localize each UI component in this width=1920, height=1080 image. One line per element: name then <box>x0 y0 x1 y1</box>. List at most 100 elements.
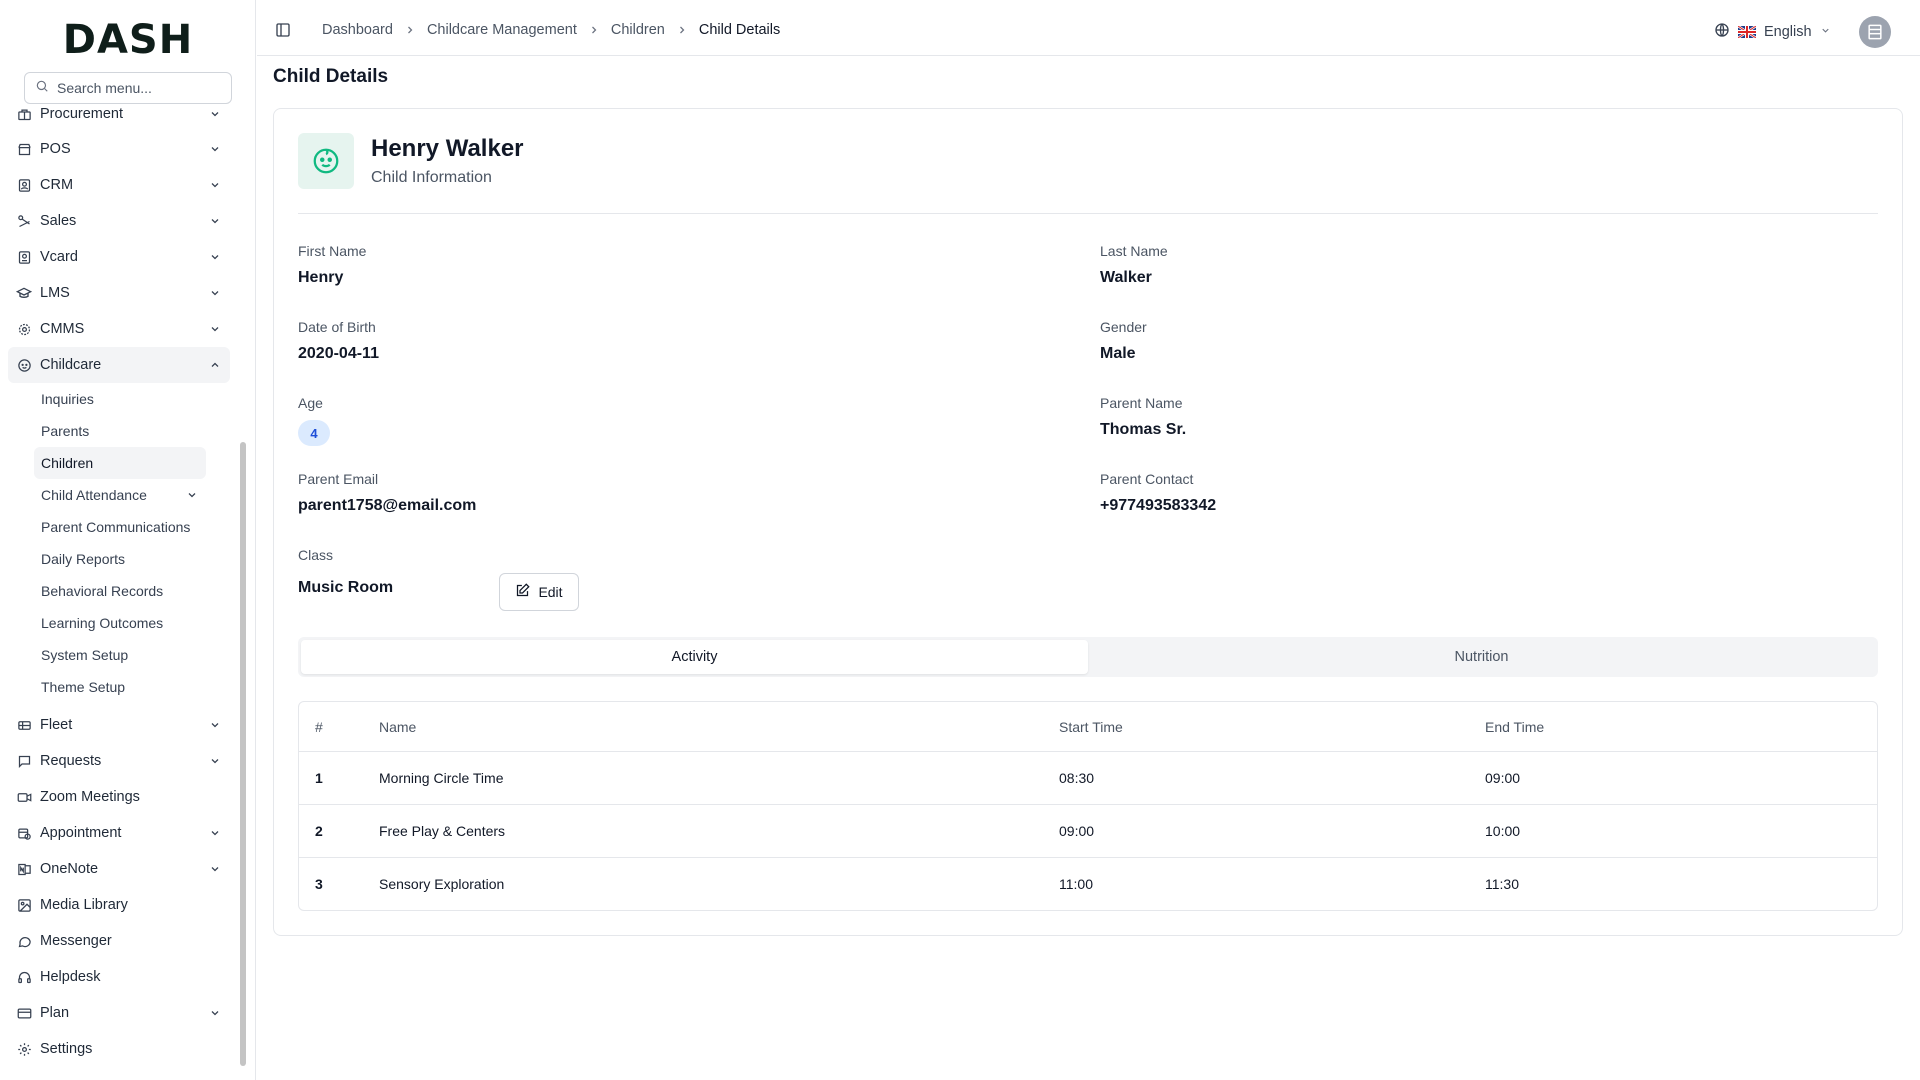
chevron-right-icon <box>676 24 688 36</box>
tab-nutrition[interactable]: Nutrition <box>1088 640 1875 674</box>
table-cell: 11:30 <box>1485 876 1519 892</box>
child-subtitle: Child Information <box>371 169 492 186</box>
image-icon <box>16 897 32 913</box>
chevron-down-icon <box>208 142 222 156</box>
field-value: Henry <box>298 269 344 286</box>
sidebar-toggle-icon[interactable] <box>275 22 293 40</box>
breadcrumb-dashboard[interactable]: Dashboard <box>322 22 393 38</box>
field-parent-name: Parent Name Thomas Sr. <box>1100 395 1186 439</box>
table-cell: 08:30 <box>1059 770 1095 786</box>
sidebar-item-fleet[interactable]: Fleet <box>8 707 230 743</box>
chevron-down-icon <box>208 250 222 264</box>
chevron-down-icon <box>208 214 222 228</box>
edit-icon <box>515 583 531 601</box>
field-label: Parent Email <box>298 471 379 487</box>
table-header-start-time: Start Time <box>1059 718 1123 735</box>
sidebar-subitem-learning-outcomes[interactable]: Learning Outcomes <box>34 607 206 639</box>
fleet-icon <box>16 717 32 733</box>
chevron-down-icon <box>1820 24 1831 40</box>
sidebar-item-settings[interactable]: Settings <box>8 1031 230 1067</box>
sidebar-item-helpdesk[interactable]: Helpdesk <box>8 959 230 995</box>
sidebar-subitem-behavioral-records[interactable]: Behavioral Records <box>34 575 206 607</box>
table-row: 2 Free Play & Centers 09:00 10:00 <box>299 804 1877 857</box>
sidebar-subitem-child-attendance[interactable]: Child Attendance <box>34 479 206 511</box>
sidebar-item-vcard[interactable]: Vcard <box>8 239 230 275</box>
sidebar: DASH Procurement POS CRM Sales <box>0 0 256 1080</box>
top-header: Dashboard Childcare Management Children … <box>257 0 1920 56</box>
field-value: 2020-04-11 <box>298 345 379 362</box>
language-label: English <box>1764 24 1812 40</box>
baby-icon <box>16 357 32 373</box>
crm-icon <box>16 177 32 193</box>
child-details-card: Henry Walker Child Information First Nam… <box>273 108 1903 936</box>
field-first-name: First Name Henry <box>298 243 366 287</box>
sidebar-scrollbar[interactable] <box>240 442 246 1066</box>
breadcrumb: Dashboard Childcare Management Children … <box>322 22 780 38</box>
field-value: Music Room <box>298 579 394 596</box>
field-class: Class Music Room <box>298 547 393 597</box>
breadcrumb-children[interactable]: Children <box>611 22 665 38</box>
sidebar-subitem-daily-reports[interactable]: Daily Reports <box>34 543 206 575</box>
field-value: Male <box>1100 345 1136 362</box>
sidebar-item-lms[interactable]: LMS <box>8 275 230 311</box>
field-value: parent1758@email.com <box>298 497 477 514</box>
breadcrumb-childcare-management[interactable]: Childcare Management <box>427 22 577 38</box>
gear-icon <box>16 321 32 337</box>
sidebar-item-plan[interactable]: Plan <box>8 995 230 1031</box>
sidebar-item-cmms[interactable]: CMMS <box>8 311 230 347</box>
field-label: Last Name <box>1100 243 1168 259</box>
field-value: +977493583342 <box>1100 497 1217 514</box>
sidebar-subitem-theme-setup[interactable]: Theme Setup <box>34 671 206 703</box>
sidebar-item-sales[interactable]: Sales <box>8 203 230 239</box>
table-cell: Morning Circle Time <box>379 770 504 786</box>
breadcrumb-current: Child Details <box>698 22 781 38</box>
sidebar-subitem-label: Learning Outcomes <box>41 615 164 631</box>
sidebar-item-procurement[interactable]: Procurement <box>8 100 230 128</box>
headphones-icon <box>16 969 32 985</box>
sidebar-subitem-children[interactable]: Children <box>34 447 206 479</box>
chevron-down-icon <box>208 1006 222 1020</box>
chevron-up-icon <box>208 358 222 372</box>
tab-activity[interactable]: Activity <box>301 640 1088 674</box>
chevron-right-icon <box>588 24 600 36</box>
sidebar-subitem-parents[interactable]: Parents <box>34 415 206 447</box>
sidebar-item-label: CRM <box>40 177 74 193</box>
sidebar-item-onenote[interactable]: OneNote <box>8 851 230 887</box>
table-row: 1 Morning Circle Time 08:30 09:00 <box>299 751 1877 804</box>
edit-class-button[interactable]: Edit <box>499 573 579 611</box>
field-parent-contact: Parent Contact +977493583342 <box>1100 471 1216 515</box>
video-icon <box>16 789 32 805</box>
chevron-down-icon <box>208 178 222 192</box>
logo[interactable]: DASH <box>0 17 256 63</box>
sidebar-item-label: Helpdesk <box>40 969 101 985</box>
sidebar-item-label: LMS <box>40 285 70 301</box>
sidebar-subitem-system-setup[interactable]: System Setup <box>34 639 206 671</box>
sidebar-item-childcare[interactable]: Childcare <box>8 347 230 383</box>
field-last-name: Last Name Walker <box>1100 243 1168 287</box>
sidebar-item-requests[interactable]: Requests <box>8 743 230 779</box>
search-input[interactable] <box>57 80 217 96</box>
table-cell: 10:00 <box>1485 823 1521 839</box>
chevron-down-icon <box>208 322 222 336</box>
avatar[interactable] <box>1859 16 1891 48</box>
table-cell: 09:00 <box>1485 770 1521 786</box>
table-cell: Sensory Exploration <box>379 876 505 892</box>
sidebar-subitem-inquiries[interactable]: Inquiries <box>34 383 206 415</box>
sidebar-menu: Procurement POS CRM Sales Vcard LMS CMMS… <box>8 100 230 1067</box>
sidebar-item-appointment[interactable]: Appointment <box>8 815 230 851</box>
sidebar-item-messenger[interactable]: Messenger <box>8 923 230 959</box>
field-parent-email: Parent Email parent1758@email.com <box>298 471 476 515</box>
sidebar-item-pos[interactable]: POS <box>8 131 230 167</box>
sidebar-item-crm[interactable]: CRM <box>8 167 230 203</box>
language-selector[interactable]: English <box>1714 22 1831 42</box>
childcare-submenu: Inquiries Parents Children Child Attenda… <box>8 383 230 703</box>
divider <box>298 213 1878 214</box>
sidebar-subitem-label: Children <box>41 455 94 471</box>
field-label: Gender <box>1100 319 1147 335</box>
field-label: Age <box>298 395 323 411</box>
sidebar-item-zoom-meetings[interactable]: Zoom Meetings <box>8 779 230 815</box>
sidebar-item-media-library[interactable]: Media Library <box>8 887 230 923</box>
field-value: Thomas Sr. <box>1100 421 1187 438</box>
sidebar-subitem-parent-communications[interactable]: Parent Communications <box>34 511 206 543</box>
table-header-number: # <box>315 718 323 735</box>
